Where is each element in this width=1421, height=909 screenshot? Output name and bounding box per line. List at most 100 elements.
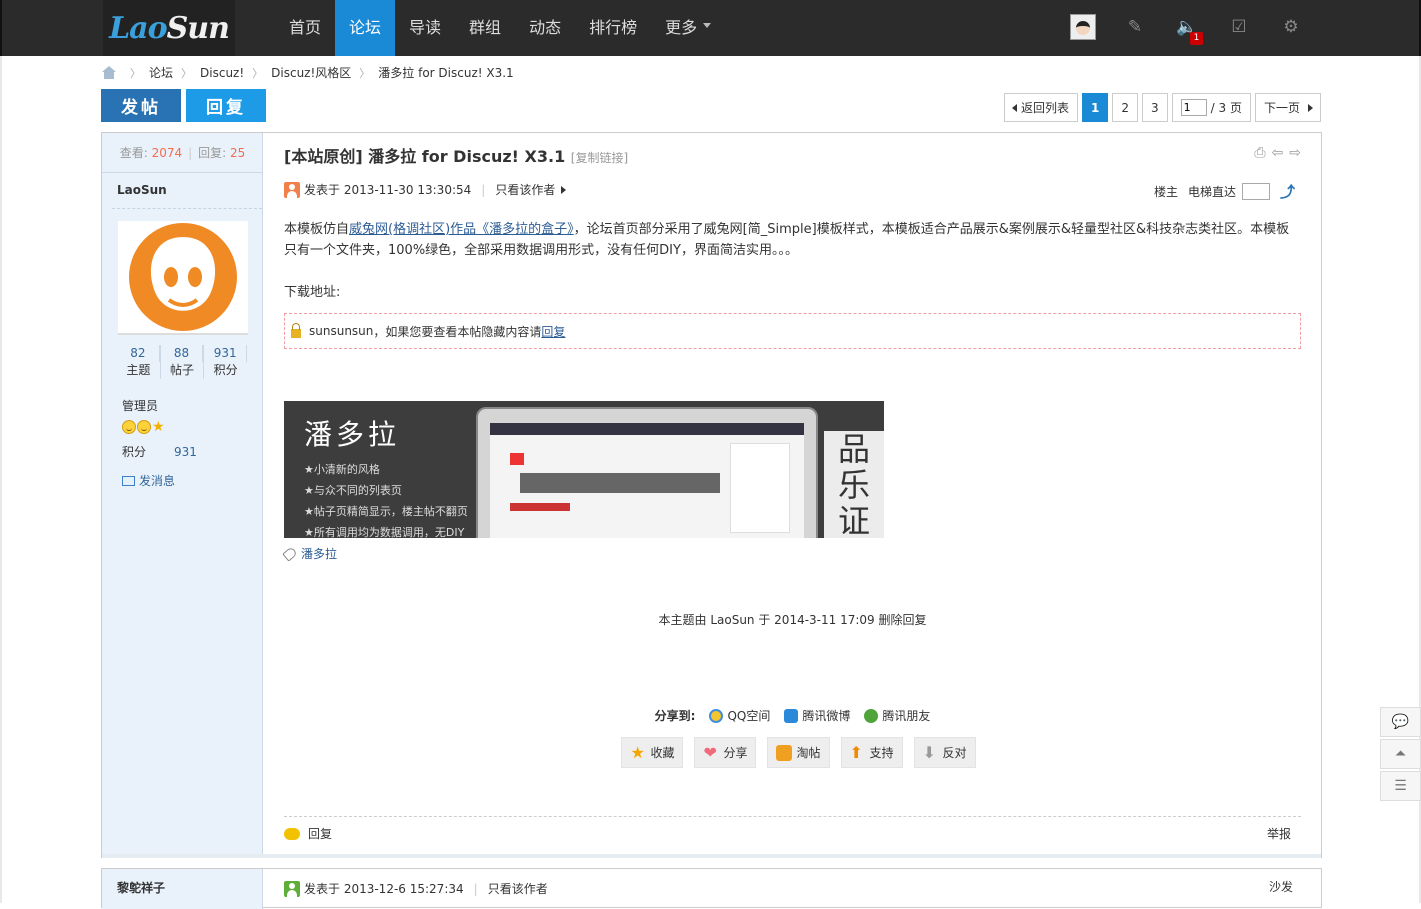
rank-icons: ★ [122, 420, 165, 434]
back-to-list-button[interactable]: 返回列表 [1004, 93, 1079, 122]
post-reply-link[interactable]: 回复 [284, 825, 332, 842]
pen-icon[interactable]: ✎ [1122, 14, 1148, 40]
new-post-button[interactable]: 发帖 [101, 89, 181, 122]
author-points: 积分 931 [122, 443, 197, 460]
back-to-top-icon[interactable]: ⏶ [1380, 739, 1421, 769]
logo-text-sun: Sun [166, 10, 230, 46]
post-actions: ★ 收藏 ❤ 分享 淘帖 ⬆ 支持 ⬇ 反对 [284, 737, 1301, 768]
reply-button[interactable]: 回复 [186, 89, 266, 122]
stat-label: 帖子 [170, 363, 195, 377]
pagination: 返回列表 1 2 3 / 3 页 下一页 [1004, 93, 1321, 122]
author-avatar[interactable] [118, 221, 248, 335]
author-name[interactable]: LaoSun [117, 183, 167, 197]
share-button[interactable]: ❤ 分享 [694, 737, 757, 768]
share-pengyou[interactable]: 腾讯朋友 [864, 707, 930, 724]
share-qzone[interactable]: QQ空间 [709, 707, 770, 724]
nav-ranking[interactable]: 排行榜 [575, 0, 651, 56]
gear-icon[interactable]: ⚙ [1278, 14, 1304, 40]
nav-feed[interactable]: 动态 [515, 0, 575, 56]
nav-guide[interactable]: 导读 [395, 0, 455, 56]
banner-side-text: 品乐证 [824, 431, 884, 538]
speaker-icon[interactable]: 🔈 1 [1174, 14, 1203, 45]
post2-author[interactable]: 黎鸵祥子 [102, 869, 263, 909]
star-icon: ★ [630, 742, 645, 762]
user-online-icon [284, 181, 300, 198]
oppose-button[interactable]: ⬇ 反对 [913, 737, 976, 768]
divider [112, 208, 262, 209]
banner-features: ★小清新的风格 ★与众不同的列表页 ★帖子页精简显示，楼主帖不翻页 ★所有调用均… [304, 459, 468, 538]
views-count: 2074 [151, 145, 183, 160]
main-nav: 首页 论坛 导读 群组 动态 排行榜 更多 [275, 0, 725, 56]
report-link[interactable]: 举报 [1267, 825, 1291, 842]
envelope-icon [122, 475, 135, 486]
print-icon[interactable]: ⎙ [1254, 145, 1265, 161]
page-2[interactable]: 2 [1112, 93, 1139, 122]
divider [284, 816, 1301, 817]
nav-more[interactable]: 更多 [651, 0, 725, 56]
stat-value: 82 [117, 345, 160, 362]
nav-forum[interactable]: 论坛 [335, 0, 396, 56]
quick-reply-icon[interactable]: 💬 [1380, 707, 1421, 737]
home-icon[interactable] [101, 66, 116, 79]
collect-label: 淘帖 [796, 746, 821, 760]
tag-link[interactable]: 潘多拉 [282, 545, 337, 562]
breadcrumb-style-area[interactable]: Discuz!风格区 [271, 64, 351, 81]
post-meta: 发表于 2013-11-30 13:30:54 | 只看该作者 [284, 181, 570, 198]
page-3[interactable]: 3 [1142, 93, 1168, 122]
share-tweibo[interactable]: 腾讯微博 [784, 707, 850, 724]
thread-stats: 查看: 2074 | 回复: 25 [102, 133, 263, 173]
banner-feature: ★帖子页精简显示，楼主帖不翻页 [304, 505, 468, 518]
stat-topics[interactable]: 82 主题 [117, 345, 161, 379]
stat-posts[interactable]: 88 帖子 [161, 345, 205, 379]
back-label: 返回列表 [1021, 101, 1070, 115]
post2-only-author-link[interactable]: 只看该作者 [488, 880, 548, 897]
nav-groups[interactable]: 群组 [455, 0, 515, 56]
next-thread-icon[interactable]: ⇨ [1289, 145, 1301, 161]
next-page-button[interactable]: 下一页 [1254, 93, 1321, 122]
qzone-icon [709, 708, 724, 723]
share-action-label: 分享 [723, 746, 748, 760]
preview-image[interactable]: 潘多拉 ★小清新的风格 ★与众不同的列表页 ★帖子页精简显示，楼主帖不翻页 ★所… [284, 401, 884, 538]
heart-icon: ❤ [703, 742, 717, 762]
thread-title: [本站原创] 潘多拉 for Discuz! X3.1 [复制链接] [284, 143, 628, 167]
page-jump: / 3 页 [1171, 93, 1251, 122]
arrow-down-icon: ⬇ [922, 742, 936, 762]
side-toolbar: 💬 ⏶ ☰ [1380, 707, 1421, 801]
support-label: 支持 [869, 746, 894, 760]
moderation-note: 本主题由 LaoSun 于 2014-3-11 17:09 删除回复 [658, 613, 927, 627]
source-link[interactable]: 威兔网(格调社区)作品《潘多拉的盒子》 [349, 222, 574, 237]
favorite-button[interactable]: ★ 收藏 [621, 737, 684, 768]
stat-points[interactable]: 931 积分 [204, 345, 248, 379]
page-1[interactable]: 1 [1082, 93, 1109, 122]
share-bar: 分享到: QQ空间 腾讯微博 腾讯朋友 [284, 707, 1301, 724]
send-message-label: 发消息 [139, 474, 176, 488]
copy-link-button[interactable]: [复制链接] [571, 151, 628, 165]
post-time: 发表于 2013-11-30 13:30:54 [304, 183, 472, 197]
star-icon: ★ [152, 419, 165, 435]
collect-button[interactable]: 淘帖 [767, 737, 830, 768]
points-label: 积分 [122, 445, 147, 459]
nav-home[interactable]: 首页 [275, 0, 335, 56]
tencent-weibo-icon [784, 708, 799, 723]
checkbox-icon[interactable]: ☑ [1226, 14, 1252, 40]
breadcrumb-forum[interactable]: 论坛 [149, 64, 173, 81]
jump-icon[interactable]: ⤴ [1280, 181, 1295, 202]
replies-label: 回复: [198, 146, 227, 160]
only-author-link[interactable]: 只看该作者 [495, 181, 555, 198]
logo-text-lao: Lao [109, 10, 168, 46]
breadcrumb-thread[interactable]: 潘多拉 for Discuz! X3.1 [378, 64, 513, 81]
user-avatar[interactable] [1070, 14, 1096, 40]
support-button[interactable]: ⬆ 支持 [840, 737, 903, 768]
floor-label: 楼主 [1153, 185, 1178, 199]
send-message-link[interactable]: 发消息 [122, 472, 175, 489]
stat-value: 88 [161, 345, 204, 362]
hidden-user: sunsunsun [309, 324, 374, 338]
hidden-reply-link[interactable]: 回复 [541, 323, 565, 340]
prev-thread-icon[interactable]: ⇦ [1272, 145, 1284, 161]
site-logo[interactable]: Lao Sun [103, 0, 235, 56]
page-jump-input[interactable] [1180, 99, 1207, 116]
list-icon[interactable]: ☰ [1380, 771, 1421, 801]
breadcrumb-discuz[interactable]: Discuz! [200, 66, 244, 80]
elevator-input[interactable] [1241, 183, 1270, 200]
arrow-left-icon [1008, 103, 1018, 112]
